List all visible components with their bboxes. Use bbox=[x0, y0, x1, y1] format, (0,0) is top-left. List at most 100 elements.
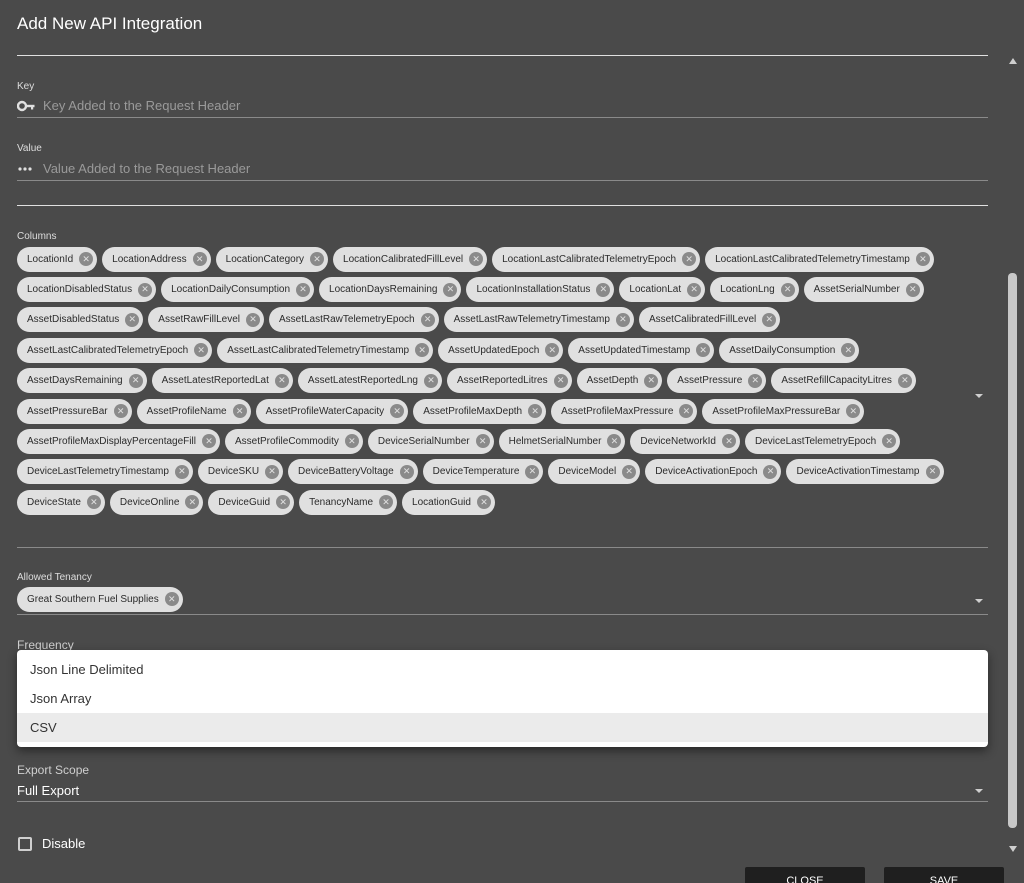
remove-chip-icon[interactable]: ✕ bbox=[245, 312, 260, 327]
chip-label: DeviceTemperature bbox=[432, 466, 520, 478]
remove-chip-icon[interactable]: ✕ bbox=[379, 495, 394, 510]
chip: AssetLatestReportedLat ✕ bbox=[151, 368, 293, 394]
value-input[interactable] bbox=[43, 161, 943, 176]
chip: AssetProfileName ✕ bbox=[136, 398, 251, 424]
chip-label: AssetProfileMaxPressureBar bbox=[712, 405, 841, 417]
remove-chip-icon[interactable]: ✕ bbox=[296, 282, 311, 297]
remove-chip-icon[interactable]: ✕ bbox=[174, 464, 189, 479]
format-option-json-line-delimited[interactable]: Json Line Delimited bbox=[17, 655, 988, 684]
remove-chip-icon[interactable]: ✕ bbox=[265, 464, 280, 479]
export-scope-select[interactable]: Full Export bbox=[17, 782, 988, 802]
remove-chip-icon[interactable]: ✕ bbox=[682, 252, 697, 267]
remove-chip-icon[interactable]: ✕ bbox=[622, 464, 637, 479]
tenancy-dropdown-caret-icon[interactable] bbox=[975, 599, 983, 603]
chip: LocationLat ✕ bbox=[619, 277, 706, 303]
remove-chip-icon[interactable]: ✕ bbox=[232, 404, 247, 419]
chip-label: LocationId bbox=[27, 253, 74, 265]
remove-chip-icon[interactable]: ✕ bbox=[762, 312, 777, 327]
remove-chip-icon[interactable]: ✕ bbox=[882, 434, 897, 449]
format-option-csv[interactable]: CSV bbox=[17, 713, 988, 742]
remove-chip-icon[interactable]: ✕ bbox=[443, 282, 458, 297]
remove-chip-icon[interactable]: ✕ bbox=[310, 252, 325, 267]
remove-chip-icon[interactable]: ✕ bbox=[390, 404, 405, 419]
chip-label: AssetSerialNumber bbox=[813, 284, 900, 296]
remove-chip-icon[interactable]: ✕ bbox=[185, 495, 200, 510]
remove-chip-icon[interactable]: ✕ bbox=[274, 373, 289, 388]
remove-chip-icon[interactable]: ✕ bbox=[780, 282, 795, 297]
chip-label: LocationDailyConsumption bbox=[171, 284, 291, 296]
chip: DeviceTemperature ✕ bbox=[422, 459, 544, 485]
remove-chip-icon[interactable]: ✕ bbox=[201, 434, 216, 449]
columns-dropdown-caret-icon[interactable] bbox=[975, 394, 983, 398]
remove-chip-icon[interactable]: ✕ bbox=[679, 404, 694, 419]
remove-chip-icon[interactable]: ✕ bbox=[113, 404, 128, 419]
format-option-json-array[interactable]: Json Array bbox=[17, 684, 988, 713]
remove-chip-icon[interactable]: ✕ bbox=[475, 434, 490, 449]
chip: DeviceState ✕ bbox=[17, 489, 105, 515]
chip: AssetRawFillLevel ✕ bbox=[148, 307, 264, 333]
save-button[interactable]: SAVE bbox=[884, 867, 1004, 883]
divider bbox=[17, 55, 988, 56]
remove-chip-icon[interactable]: ✕ bbox=[415, 343, 430, 358]
chip-label: AssetProfileWaterCapacity bbox=[265, 405, 385, 417]
scrollbar[interactable] bbox=[1006, 50, 1020, 860]
chip: DeviceLastTelemetryTimestamp ✕ bbox=[17, 459, 193, 485]
key-input[interactable] bbox=[43, 98, 943, 113]
remove-chip-icon[interactable]: ✕ bbox=[423, 373, 438, 388]
chip: AssetUpdatedEpoch ✕ bbox=[438, 337, 564, 363]
disable-checkbox[interactable] bbox=[18, 837, 32, 851]
remove-chip-icon[interactable]: ✕ bbox=[125, 312, 140, 327]
remove-chip-icon[interactable]: ✕ bbox=[905, 282, 920, 297]
remove-chip-icon[interactable]: ✕ bbox=[79, 252, 94, 267]
scroll-up-icon[interactable] bbox=[1009, 58, 1017, 64]
remove-chip-icon[interactable]: ✕ bbox=[841, 343, 856, 358]
remove-chip-icon[interactable]: ✕ bbox=[545, 343, 560, 358]
remove-chip-icon[interactable]: ✕ bbox=[128, 373, 143, 388]
chip: LocationLastCalibratedTelemetryEpoch ✕ bbox=[492, 246, 701, 272]
remove-chip-icon[interactable]: ✕ bbox=[687, 282, 702, 297]
scroll-thumb[interactable] bbox=[1008, 273, 1017, 828]
chip: LocationId ✕ bbox=[17, 246, 98, 272]
chip: LocationDaysRemaining ✕ bbox=[319, 277, 462, 303]
remove-chip-icon[interactable]: ✕ bbox=[897, 373, 912, 388]
chip-label: AssetLastCalibratedTelemetryTimestamp bbox=[227, 344, 410, 356]
remove-chip-icon[interactable]: ✕ bbox=[164, 592, 179, 607]
remove-chip-icon[interactable]: ✕ bbox=[763, 464, 778, 479]
chip-label: DeviceLastTelemetryTimestamp bbox=[27, 466, 169, 478]
remove-chip-icon[interactable]: ✕ bbox=[420, 312, 435, 327]
remove-chip-icon[interactable]: ✕ bbox=[525, 464, 540, 479]
chip: AssetLastCalibratedTelemetryEpoch ✕ bbox=[17, 337, 213, 363]
remove-chip-icon[interactable]: ✕ bbox=[138, 282, 153, 297]
dialog-title: Add New API Integration bbox=[17, 14, 203, 33]
remove-chip-icon[interactable]: ✕ bbox=[607, 434, 622, 449]
remove-chip-icon[interactable]: ✕ bbox=[399, 464, 414, 479]
remove-chip-icon[interactable]: ✕ bbox=[846, 404, 861, 419]
remove-chip-icon[interactable]: ✕ bbox=[276, 495, 291, 510]
remove-chip-icon[interactable]: ✕ bbox=[748, 373, 763, 388]
remove-chip-icon[interactable]: ✕ bbox=[192, 252, 207, 267]
remove-chip-icon[interactable]: ✕ bbox=[615, 312, 630, 327]
disable-label: Disable bbox=[42, 836, 86, 851]
chip: AssetLatestReportedLng ✕ bbox=[297, 368, 442, 394]
close-button[interactable]: CLOSE bbox=[745, 867, 865, 883]
chip: AssetProfileMaxDisplayPercentageFill ✕ bbox=[17, 428, 220, 454]
remove-chip-icon[interactable]: ✕ bbox=[596, 282, 611, 297]
export-scope-value: Full Export bbox=[17, 783, 80, 798]
chip-label: LocationLng bbox=[720, 284, 775, 296]
remove-chip-icon[interactable]: ✕ bbox=[915, 252, 930, 267]
scroll-down-icon[interactable] bbox=[1009, 846, 1017, 852]
remove-chip-icon[interactable]: ✕ bbox=[925, 464, 940, 479]
remove-chip-icon[interactable]: ✕ bbox=[644, 373, 659, 388]
remove-chip-icon[interactable]: ✕ bbox=[194, 343, 209, 358]
format-dropdown-menu: Json Line Delimited Json Array CSV bbox=[17, 650, 988, 747]
remove-chip-icon[interactable]: ✕ bbox=[722, 434, 736, 449]
chip-label: AssetLatestReportedLat bbox=[161, 375, 269, 387]
remove-chip-icon[interactable]: ✕ bbox=[696, 343, 711, 358]
remove-chip-icon[interactable]: ✕ bbox=[86, 495, 101, 510]
chip-label: DeviceGuid bbox=[218, 496, 271, 508]
remove-chip-icon[interactable]: ✕ bbox=[476, 495, 491, 510]
remove-chip-icon[interactable]: ✕ bbox=[553, 373, 568, 388]
remove-chip-icon[interactable]: ✕ bbox=[344, 434, 359, 449]
remove-chip-icon[interactable]: ✕ bbox=[469, 252, 484, 267]
remove-chip-icon[interactable]: ✕ bbox=[528, 404, 543, 419]
